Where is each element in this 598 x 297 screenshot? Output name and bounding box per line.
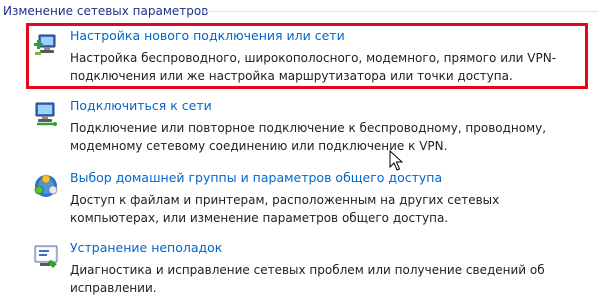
- connect-to-network-description: Подключение или повторное подключение к …: [70, 121, 547, 153]
- task-connect-to-network[interactable]: Подключиться к сети Подключение или повт…: [30, 98, 590, 154]
- task-homegroup[interactable]: Выбор домашней группы и параметров общег…: [30, 170, 590, 226]
- troubleshoot-description: Диагностика и исправление сетевых пробле…: [70, 263, 545, 295]
- homegroup-description: Доступ к файлам и принтерам, расположенн…: [70, 193, 500, 225]
- section-header: Изменение сетевых параметров: [0, 0, 598, 22]
- troubleshoot-icon: [33, 243, 59, 269]
- new-connection-link[interactable]: Настройка нового подключения или сети: [70, 28, 345, 44]
- troubleshoot-link[interactable]: Устранение неполадок: [70, 240, 222, 256]
- homegroup-icon: [33, 173, 59, 199]
- section-title: Изменение сетевых параметров: [3, 4, 209, 18]
- connect-to-network-icon: [33, 101, 59, 127]
- new-connection-description: Настройка беспроводного, широкополосного…: [70, 51, 557, 83]
- section-divider: [203, 11, 598, 12]
- task-troubleshoot[interactable]: Устранение неполадок Диагностика и испра…: [30, 240, 590, 295]
- new-connection-icon: [33, 31, 59, 57]
- mouse-cursor-icon: [389, 149, 404, 172]
- task-new-connection[interactable]: Настройка нового подключения или сети На…: [30, 28, 590, 88]
- homegroup-link[interactable]: Выбор домашней группы и параметров общег…: [70, 170, 442, 186]
- connect-to-network-link[interactable]: Подключиться к сети: [70, 98, 212, 114]
